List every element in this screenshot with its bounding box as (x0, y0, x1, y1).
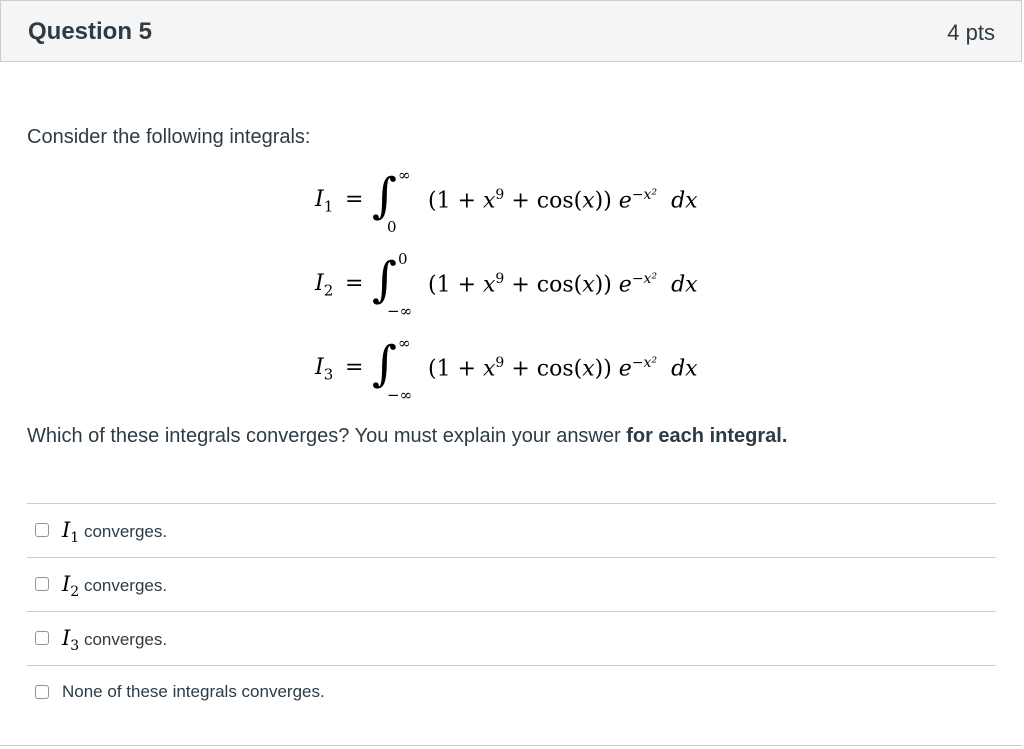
answer-option-i1[interactable]: I1 converges. (27, 503, 996, 557)
question-emphasis: for each integral. (626, 425, 788, 447)
answer-label: I1 converges. (62, 518, 168, 547)
integral-sign: ∫ (372, 336, 398, 392)
integrand: (1 + x9 + cos(x)) e−x² dx (428, 355, 698, 382)
answer-label: I3 converges. (62, 626, 168, 655)
answer-option-i2[interactable]: I2 converges. (27, 557, 996, 611)
question-title: Question 5 (28, 18, 153, 45)
answer-label: None of these integrals converges. (62, 682, 325, 701)
integral-sign: ∫ (372, 252, 398, 308)
equation-lhs: I3 (315, 355, 334, 384)
equals-sign: = (345, 355, 364, 380)
answer-option-i3[interactable]: I3 converges. (27, 611, 996, 665)
answer-list: I1 converges. I2 converges. I3 converges… (27, 503, 996, 719)
equation-lhs: I2 (315, 271, 334, 300)
integrand: (1 + x9 + cos(x)) e−x² dx (428, 187, 698, 214)
checkbox[interactable] (35, 577, 49, 591)
lower-limit: 0 (387, 218, 397, 236)
equals-sign: = (345, 187, 364, 212)
equals-sign: = (345, 271, 364, 296)
equation-2: I2 = ∫ 0 −∞ (1 + x9 + cos(x)) e−x² dx (0, 244, 1024, 326)
question-points: 4 pts (947, 20, 995, 45)
checkbox[interactable] (35, 523, 49, 537)
lower-limit: −∞ (387, 386, 413, 404)
lower-limit: −∞ (387, 302, 413, 320)
integral-sign: ∫ (372, 168, 398, 224)
upper-limit: ∞ (398, 334, 411, 352)
answer-option-none[interactable]: None of these integrals converges. (27, 665, 996, 719)
equation-3: I3 = ∫ ∞ −∞ (1 + x9 + cos(x)) e−x² dx (0, 328, 1024, 410)
checkbox[interactable] (35, 685, 49, 699)
upper-limit: ∞ (398, 166, 411, 184)
checkbox[interactable] (35, 631, 49, 645)
equation-lhs: I1 (315, 187, 334, 216)
question-header: Question 5 4 pts (0, 0, 1022, 62)
integral-equations: I1 = ∫ ∞ 0 (1 + x9 + cos(x)) e−x² dx I2 … (0, 160, 1024, 410)
equation-1: I1 = ∫ ∞ 0 (1 + x9 + cos(x)) e−x² dx (0, 160, 1024, 242)
question-text: Which of these integrals converges? You … (27, 425, 788, 447)
answer-label: I2 converges. (62, 572, 168, 601)
upper-limit: 0 (398, 250, 408, 268)
integrand: (1 + x9 + cos(x)) e−x² dx (428, 271, 698, 298)
bottom-divider (0, 745, 1022, 746)
prompt-intro: Consider the following integrals: (27, 126, 311, 148)
